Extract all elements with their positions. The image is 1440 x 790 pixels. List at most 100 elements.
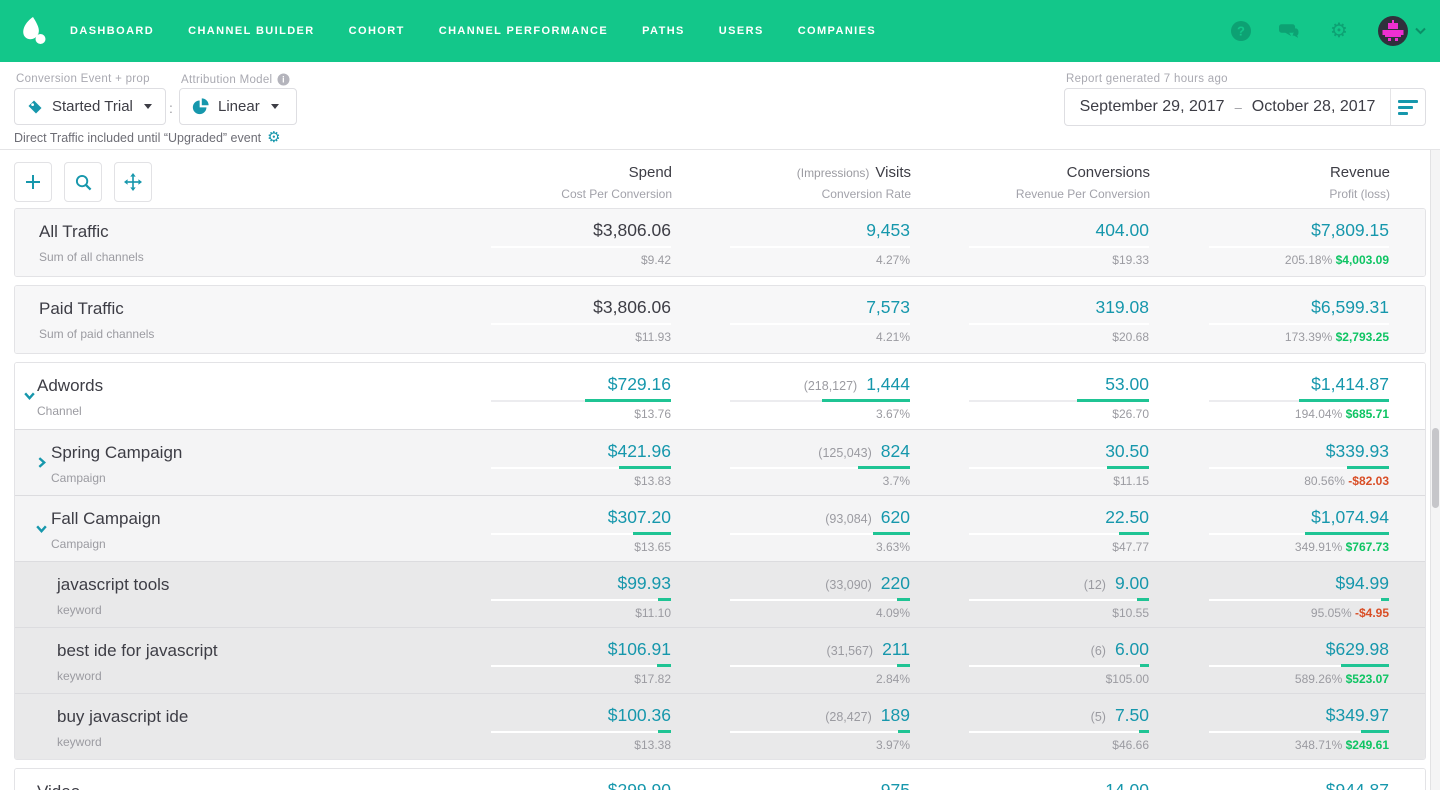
metric-value[interactable]: 220	[881, 573, 910, 593]
metric-value[interactable]: 975	[881, 780, 910, 790]
attribution-model-dropdown[interactable]: Linear	[179, 88, 297, 125]
metric-value[interactable]: $1,074.94	[1311, 507, 1389, 527]
metric-value[interactable]: $3,806.06	[593, 220, 671, 240]
row-name[interactable]: Video	[37, 782, 80, 790]
metric-value[interactable]: 319.08	[1095, 297, 1149, 317]
metric-value[interactable]: $100.36	[608, 705, 671, 725]
metric-value[interactable]: $349.97	[1326, 705, 1389, 725]
row-name[interactable]: buy javascript ide	[57, 707, 188, 727]
metric-value[interactable]: $3,806.06	[593, 297, 671, 317]
metric-value[interactable]: 211	[882, 639, 910, 659]
row-name[interactable]: Adwords	[37, 376, 103, 396]
metric-value[interactable]: 404.00	[1095, 220, 1149, 240]
row-name[interactable]: javascript tools	[57, 575, 169, 595]
attribution-logo-icon[interactable]	[16, 13, 52, 49]
add-channel-button[interactable]	[14, 162, 52, 202]
avatar[interactable]	[1377, 15, 1409, 47]
metric-value[interactable]: $7,809.15	[1311, 220, 1389, 240]
help-icon[interactable]: ?	[1230, 20, 1252, 42]
table-row-paid-traffic[interactable]: Paid TrafficSum of paid channels$3,806.0…	[15, 286, 1425, 353]
metric-bar-track	[1209, 246, 1389, 248]
column-header-spend[interactable]: SpendCost Per Conversion	[561, 164, 672, 201]
metric-cell: $629.98589.26% $523.07	[1159, 628, 1389, 693]
chat-icon[interactable]	[1279, 20, 1301, 42]
table-row-buy-javascript-ide[interactable]: buy javascript idekeyword$100.36$13.38(2…	[15, 693, 1425, 759]
metric-value[interactable]: $94.99	[1335, 573, 1389, 593]
row-name[interactable]: best ide for javascript	[57, 641, 218, 661]
metric-value[interactable]: 7,573	[866, 297, 910, 317]
metric-value[interactable]: $729.16	[608, 374, 671, 394]
metric-value-line: $106.91	[608, 639, 671, 660]
date-start[interactable]: September 29, 2017	[1080, 98, 1225, 116]
column-header-revenue[interactable]: RevenueProfit (loss)	[1329, 164, 1390, 201]
metric-value[interactable]: $339.93	[1326, 441, 1389, 461]
metric-sub-line: 95.05% -$4.95	[1311, 606, 1389, 620]
metric-value[interactable]: $1,414.87	[1311, 374, 1389, 394]
table-row-video[interactable]: VideoChannel$299.9097514.00$944.87	[15, 769, 1425, 790]
nav-item-channel-performance[interactable]: CHANNEL PERFORMANCE	[439, 25, 608, 37]
metric-value[interactable]: $944.87	[1326, 780, 1389, 790]
conversion-event-value: Started Trial	[52, 98, 133, 115]
vertical-scrollbar[interactable]	[1430, 150, 1440, 790]
metric-bar-track	[730, 731, 910, 733]
metric-value[interactable]: $307.20	[608, 507, 671, 527]
metric-value[interactable]: 53.00	[1105, 374, 1149, 394]
info-icon[interactable]: i	[277, 73, 290, 86]
collapse-chevron-icon[interactable]	[35, 522, 48, 540]
metric-value[interactable]: $299.90	[608, 780, 671, 790]
metric-sub-value: $19.33	[1112, 253, 1149, 267]
table-row-javascript-tools[interactable]: javascript toolskeyword$99.93$11.10(33,0…	[15, 561, 1425, 627]
metric-value[interactable]: 9,453	[866, 220, 910, 240]
metric-value[interactable]: $629.98	[1326, 639, 1389, 659]
metric-value[interactable]: 620	[881, 507, 910, 527]
nav-item-users[interactable]: USERS	[719, 25, 764, 37]
nav-item-dashboard[interactable]: DASHBOARD	[70, 25, 154, 37]
expand-chevron-icon[interactable]	[35, 456, 48, 474]
column-header-visits[interactable]: (Impressions)VisitsConversion Rate	[797, 164, 911, 201]
nav-item-companies[interactable]: COMPANIES	[798, 25, 876, 37]
settings-gear-icon[interactable]: ⚙	[1328, 20, 1350, 42]
metric-sub-value: 205.18%	[1285, 253, 1332, 267]
table-row-all-traffic[interactable]: All TrafficSum of all channels$3,806.06$…	[15, 209, 1425, 276]
table-row-fall-campaign[interactable]: Fall CampaignCampaign$307.20$13.65(93,08…	[15, 495, 1425, 561]
row-name[interactable]: Spring Campaign	[51, 443, 182, 463]
user-menu[interactable]	[1377, 15, 1426, 47]
row-name[interactable]: Fall Campaign	[51, 509, 161, 529]
metric-value[interactable]: 6.00	[1115, 639, 1149, 659]
collapse-chevron-icon[interactable]	[23, 389, 36, 407]
nav-item-paths[interactable]: PATHS	[642, 25, 685, 37]
table-row-spring-campaign[interactable]: Spring CampaignCampaign$421.96$13.83(125…	[15, 429, 1425, 495]
row-name[interactable]: Paid Traffic	[39, 299, 124, 319]
metric-value[interactable]: 14.00	[1105, 780, 1149, 790]
metric-bar-fill	[1137, 598, 1149, 601]
metric-value[interactable]: 22.50	[1105, 507, 1149, 527]
table-row-adwords[interactable]: AdwordsChannel$729.16$13.76(218,127)1,44…	[15, 363, 1425, 429]
table-row-best-ide-for-javascript[interactable]: best ide for javascriptkeyword$106.91$17…	[15, 627, 1425, 693]
report-options-icon[interactable]	[1391, 100, 1425, 115]
conversion-event-dropdown[interactable]: Started Trial	[14, 88, 166, 125]
metric-value[interactable]: 30.50	[1105, 441, 1149, 461]
metric-value[interactable]: $6,599.31	[1311, 297, 1389, 317]
column-header-conversions[interactable]: ConversionsRevenue Per Conversion	[1016, 164, 1150, 201]
metric-value[interactable]: 7.50	[1115, 705, 1149, 725]
row-name[interactable]: All Traffic	[39, 222, 109, 242]
note-settings-gear-icon[interactable]: ⚙	[267, 130, 280, 145]
metric-value[interactable]: $99.93	[617, 573, 671, 593]
metric-value[interactable]: 9.00	[1115, 573, 1149, 593]
metric-value[interactable]: $106.91	[608, 639, 671, 659]
date-end[interactable]: October 28, 2017	[1252, 98, 1376, 116]
metric-value[interactable]: $421.96	[608, 441, 671, 461]
search-button[interactable]	[64, 162, 102, 202]
chevron-down-icon[interactable]	[1415, 27, 1426, 35]
scrollbar-thumb[interactable]	[1432, 428, 1439, 508]
metric-sub-line: $26.70	[1112, 407, 1149, 421]
metric-cell: 404.00 $19.33	[919, 209, 1149, 276]
nav-item-cohort[interactable]: COHORT	[349, 25, 405, 37]
nav-item-channel-builder[interactable]: CHANNEL BUILDER	[188, 25, 315, 37]
metric-bar-fill	[822, 399, 910, 402]
reorder-button[interactable]	[114, 162, 152, 202]
metric-value[interactable]: 1,444	[866, 374, 910, 394]
date-range-picker[interactable]: September 29, 2017 – October 28, 2017	[1064, 88, 1426, 126]
metric-value[interactable]: 189	[881, 705, 910, 725]
metric-value[interactable]: 824	[881, 441, 910, 461]
